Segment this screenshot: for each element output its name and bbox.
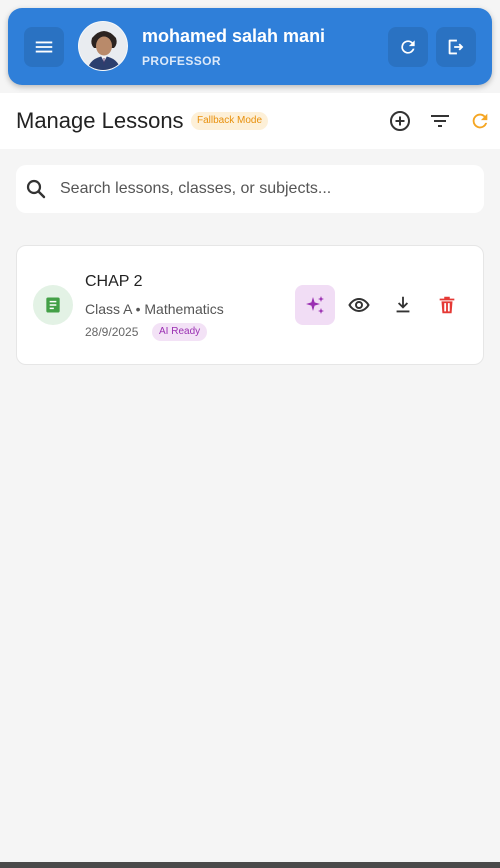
add-lesson-button[interactable] xyxy=(387,108,413,134)
download-button[interactable] xyxy=(383,285,423,325)
lesson-date: 28/9/2025 xyxy=(85,325,139,339)
refresh-icon xyxy=(472,113,488,129)
lesson-card[interactable]: CHAP 2 Class A • Mathematics 28/9/2025 A… xyxy=(16,245,484,365)
menu-icon xyxy=(35,41,53,53)
page-title: Manage Lessons xyxy=(16,108,184,133)
delete-icon xyxy=(439,296,455,314)
filter-button[interactable] xyxy=(427,108,453,134)
logout-icon xyxy=(448,39,464,55)
reload-button[interactable] xyxy=(467,108,493,134)
search-input[interactable] xyxy=(60,165,470,213)
search-icon xyxy=(26,179,46,199)
bottom-edge-bar xyxy=(0,862,500,868)
lesson-title: CHAP 2 xyxy=(85,273,143,290)
filter-icon xyxy=(431,115,449,127)
refresh-icon xyxy=(401,40,415,54)
avatar-photo xyxy=(79,22,127,70)
menu-button[interactable] xyxy=(24,27,64,67)
refresh-button[interactable] xyxy=(388,27,428,67)
ai-sparkle-icon xyxy=(306,296,324,314)
view-icon xyxy=(348,297,370,313)
avatar[interactable] xyxy=(78,21,128,71)
app-bar: mohamed salah mani PROFESSOR xyxy=(8,8,492,85)
download-icon xyxy=(396,296,410,313)
user-name: mohamed salah mani xyxy=(142,26,326,46)
document-icon xyxy=(46,297,60,313)
logout-button[interactable] xyxy=(436,27,476,67)
page-header: Manage Lessons Fallback Mode xyxy=(0,93,500,149)
mode-badge: Fallback Mode xyxy=(191,112,269,130)
ai-ready-badge: AI Ready xyxy=(152,323,208,341)
view-button[interactable] xyxy=(339,285,379,325)
user-role: PROFESSOR xyxy=(142,54,221,68)
document-icon-badge xyxy=(33,285,73,325)
delete-button[interactable] xyxy=(427,285,467,325)
lesson-class-subject: Class A • Mathematics xyxy=(85,301,224,317)
ai-generate-button[interactable] xyxy=(295,285,335,325)
search-bar xyxy=(16,165,484,213)
add-circle-icon xyxy=(390,111,410,131)
